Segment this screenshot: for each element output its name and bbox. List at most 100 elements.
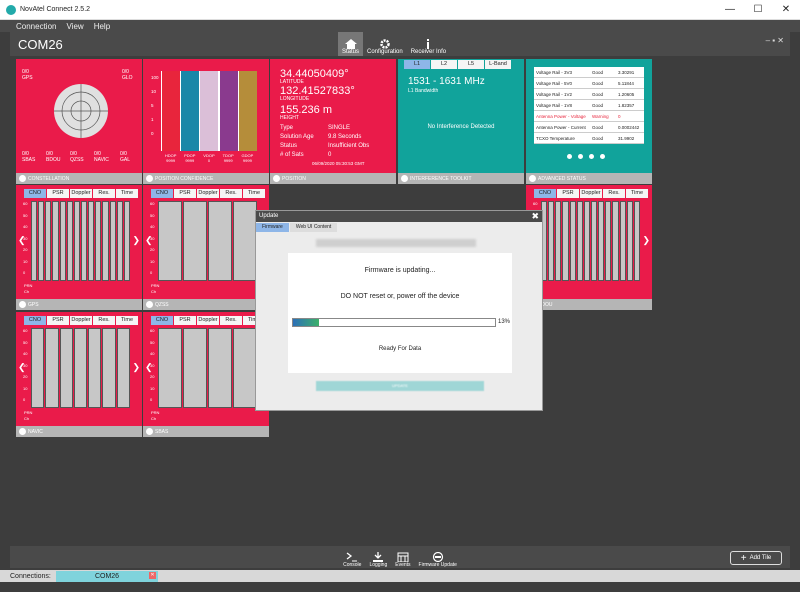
satellite-icon bbox=[146, 301, 153, 308]
update-warning: DO NOT reset or, power off the device bbox=[340, 293, 460, 300]
update-button[interactable]: UPDATE bbox=[316, 381, 484, 391]
signal-tab[interactable]: Doppler bbox=[197, 316, 219, 325]
signal-tab[interactable]: Doppler bbox=[580, 189, 602, 198]
signal-tab[interactable]: Doppler bbox=[70, 189, 92, 198]
interference-tile[interactable]: L1 L2 L5 L-Band 1531 - 1631 MHz L1 Bandw… bbox=[398, 59, 524, 184]
signal-tab[interactable]: CNO bbox=[151, 189, 173, 198]
firmware-update-button[interactable]: Firmware Update bbox=[419, 552, 457, 568]
satellite-icon bbox=[19, 301, 26, 308]
signal-tab[interactable]: PSR bbox=[47, 189, 69, 198]
next-arrow-icon[interactable]: ❯ bbox=[132, 362, 140, 373]
menu-view[interactable]: View bbox=[66, 22, 83, 31]
signal-tab[interactable]: Res. bbox=[93, 316, 115, 325]
previous-arrow-icon[interactable]: ❮ bbox=[18, 235, 26, 246]
band-tab-lband[interactable]: L-Band bbox=[485, 60, 511, 69]
navic-count: 0/0 NAVIC bbox=[94, 151, 109, 163]
type-row: Type SINGLE bbox=[280, 125, 351, 131]
gps-signal-tile[interactable]: CNO PSR Doppler Res. Time 60 50 40 30 20 10 0 ❮ ❯ PRN C… bbox=[16, 185, 142, 310]
sbas-count: 0/0 SBAS bbox=[22, 151, 36, 163]
close-connection-button[interactable]: ✕ bbox=[149, 571, 156, 579]
connection-tab-com26[interactable]: COM26 ✕ bbox=[56, 570, 158, 582]
page-dot[interactable] bbox=[567, 154, 572, 159]
maximize-button[interactable]: ☐ bbox=[744, 4, 772, 15]
page-dot[interactable] bbox=[589, 154, 594, 159]
confidence-x-label: TDOP 9999 bbox=[222, 153, 234, 163]
signal-tab[interactable]: Doppler bbox=[70, 316, 92, 325]
tab-receiver-info[interactable]: Receiver Info bbox=[407, 32, 450, 56]
tab-configuration[interactable]: Configuration bbox=[363, 32, 407, 56]
navic-signal-tile[interactable]: CNO PSR Doppler Res. Time 60 50 40 30 20 10 0 ❮ ❯ PRN C… bbox=[16, 312, 142, 437]
signal-tab[interactable]: Res. bbox=[220, 189, 242, 198]
tab-firmware[interactable]: Firmware bbox=[256, 223, 289, 232]
qzss-signal-tile[interactable]: CNOPSRDopplerRes.Time6050403020100❮❯PRNC… bbox=[143, 185, 269, 310]
add-tile-button[interactable]: + Add Tile bbox=[730, 551, 782, 565]
signal-tabs: CNO PSR Doppler Res. Time bbox=[151, 189, 266, 198]
signal-tab[interactable]: Res. bbox=[603, 189, 625, 198]
signal-tab[interactable]: Time bbox=[626, 189, 648, 198]
tab-status-label: Status bbox=[342, 49, 360, 55]
signal-chart bbox=[158, 201, 258, 281]
gps-count: 0/0 GPS bbox=[22, 69, 33, 81]
previous-arrow-icon[interactable]: ❮ bbox=[18, 362, 26, 373]
position-confidence-tile[interactable]: 100 10 5 1 0 HDOP 9999 PDOP 9999 VDOP 0 TDOP 9999 GD… bbox=[143, 59, 269, 184]
menu-help[interactable]: Help bbox=[94, 22, 110, 31]
signal-bar bbox=[59, 328, 73, 408]
advanced-status-tile[interactable]: Voltage Rail - 3V3 Good 3.30291 Voltage Rai… bbox=[526, 59, 652, 184]
panel-window-controls[interactable]: – ▪ ✕ bbox=[766, 36, 784, 45]
band-tab-l2[interactable]: L2 bbox=[431, 60, 457, 69]
signal-tab[interactable]: PSR bbox=[557, 189, 579, 198]
page-dot[interactable] bbox=[578, 154, 583, 159]
position-tile[interactable]: 34.44050409° LATITUDE 132.41527833° LONG… bbox=[270, 59, 396, 184]
constellation-tile[interactable]: 0/0 GPS 0/0 GLO 0/0 SBAS 0/0 BDOU 0/0 QZSS 0/… bbox=[16, 59, 142, 184]
signal-bar bbox=[31, 328, 45, 408]
minimize-button[interactable]: — bbox=[716, 4, 744, 15]
signal-tab[interactable]: Time bbox=[243, 189, 265, 198]
next-arrow-icon[interactable]: ❯ bbox=[132, 235, 140, 246]
bdou-signal-tile[interactable]: CNOPSRDopplerRes.Time6050403020100❮❯PRNC… bbox=[526, 185, 652, 310]
bottom-toolbar: Console Logging Events Firmware Update +… bbox=[10, 546, 790, 568]
band-tab-l5[interactable]: L5 bbox=[458, 60, 484, 69]
logging-button[interactable]: Logging bbox=[369, 552, 387, 568]
tab-web-ui-content[interactable]: Web UI Content bbox=[289, 223, 338, 232]
events-button[interactable]: Events bbox=[395, 552, 411, 568]
signal-tab[interactable]: PSR bbox=[174, 316, 196, 325]
signal-tab[interactable]: CNO bbox=[151, 316, 173, 325]
tile-footer: GPS bbox=[16, 299, 142, 310]
signal-tab[interactable]: Doppler bbox=[197, 189, 219, 198]
close-window-button[interactable]: ✕ bbox=[772, 4, 800, 15]
tab-status[interactable]: Status bbox=[338, 32, 364, 56]
confidence-x-label: HDOP 9999 bbox=[164, 153, 177, 163]
sats-row: # of Sats 0 bbox=[280, 152, 332, 158]
signal-tab[interactable]: PSR bbox=[174, 189, 196, 198]
band-tab-l1[interactable]: L1 bbox=[404, 60, 430, 69]
signal-bar bbox=[38, 201, 45, 281]
next-arrow-icon[interactable]: ❯ bbox=[642, 235, 650, 246]
signal-tab[interactable]: CNO bbox=[534, 189, 556, 198]
solution-age-row: Solution Age 9.8 Seconds bbox=[280, 134, 362, 140]
signal-tab[interactable]: PSR bbox=[47, 316, 69, 325]
signal-tab[interactable]: Time bbox=[116, 189, 138, 198]
console-button[interactable]: Console bbox=[343, 552, 361, 568]
signal-bar bbox=[73, 201, 80, 281]
signal-bar bbox=[88, 201, 95, 281]
signal-tab[interactable]: CNO bbox=[24, 316, 46, 325]
interference-message: No Interference Detected bbox=[427, 124, 495, 130]
prn-label: PRN bbox=[151, 410, 160, 415]
signal-tab[interactable]: Res. bbox=[220, 316, 242, 325]
tile-footer: INTERFERENCE TOOLKIT bbox=[398, 173, 524, 184]
page-dot[interactable] bbox=[600, 154, 605, 159]
dialog-close-button[interactable]: ✖ bbox=[531, 211, 539, 222]
previous-arrow-icon[interactable]: ❮ bbox=[145, 362, 153, 373]
signal-tab[interactable]: Time bbox=[116, 316, 138, 325]
ch-label: Ch bbox=[24, 416, 30, 421]
tab-receiver-info-label: Receiver Info bbox=[410, 49, 447, 55]
previous-arrow-icon[interactable]: ❮ bbox=[145, 235, 153, 246]
signal-tab[interactable]: Res. bbox=[93, 189, 115, 198]
menu-connection[interactable]: Connection bbox=[16, 22, 56, 31]
skyplot bbox=[54, 84, 108, 138]
signal-tab[interactable]: CNO bbox=[24, 189, 46, 198]
sbas-signal-tile[interactable]: CNOPSRDopplerRes.Time6050403020100❮❯PRNC… bbox=[143, 312, 269, 437]
signal-chart bbox=[541, 201, 641, 281]
signal-bar bbox=[45, 201, 52, 281]
tile-footer: QZSS bbox=[143, 299, 269, 310]
